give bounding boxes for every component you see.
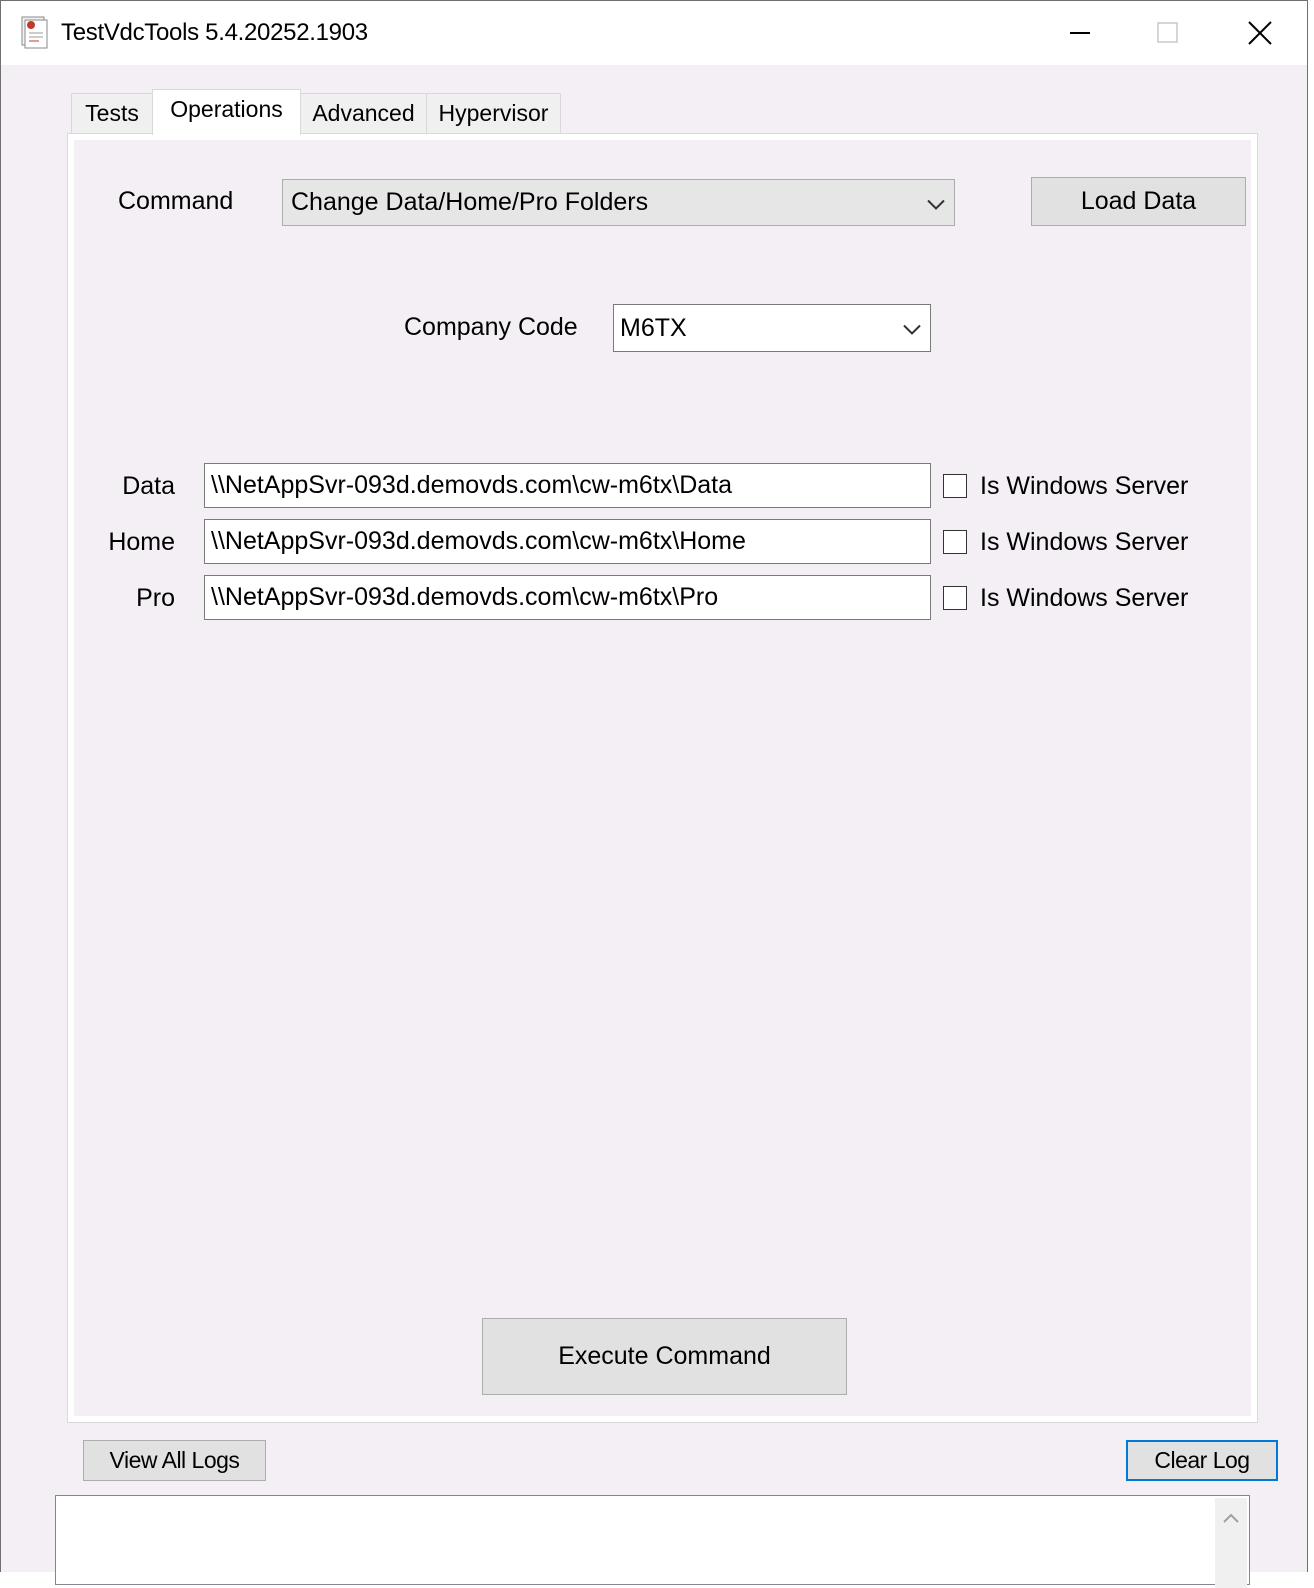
home-folder-label: Home	[108, 528, 175, 556]
clear-log-label: Clear Log	[1154, 1447, 1250, 1473]
home-is-windows-server-label: Is Windows Server	[980, 528, 1189, 556]
pro-folder-input[interactable]: \\NetAppSvr-093d.demovds.com\cw-m6tx\Pro	[204, 575, 931, 620]
company-code-value: M6TX	[620, 313, 687, 342]
app-document-icon	[19, 15, 49, 49]
pro-is-windows-server-label: Is Windows Server	[980, 584, 1189, 612]
command-select-value: Change Data/Home/Pro Folders	[291, 188, 649, 216]
view-all-logs-button[interactable]: View All Logs	[83, 1440, 266, 1481]
app-window: TestVdcTools 5.4.20252.1903 Tests Operat…	[0, 0, 1308, 1588]
data-folder-input[interactable]: \\NetAppSvr-093d.demovds.com\cw-m6tx\Dat…	[204, 463, 931, 508]
log-scrollbar[interactable]	[1215, 1498, 1247, 1588]
view-all-logs-label: View All Logs	[109, 1447, 240, 1473]
title-bar[interactable]: TestVdcTools 5.4.20252.1903	[1, 1, 1307, 65]
data-folder-value: \\NetAppSvr-093d.demovds.com\cw-m6tx\Dat…	[211, 471, 733, 499]
command-select[interactable]: Change Data/Home/Pro Folders	[282, 179, 955, 226]
execute-command-button[interactable]: Execute Command	[482, 1318, 847, 1395]
pro-folder-value: \\NetAppSvr-093d.demovds.com\cw-m6tx\Pro	[211, 583, 719, 611]
tab-operations[interactable]: Operations	[152, 89, 301, 135]
company-code-select[interactable]: M6TX	[613, 304, 931, 352]
close-icon	[1247, 20, 1273, 46]
tab-label: Advanced	[312, 100, 415, 126]
tab-label: Operations	[170, 96, 283, 122]
window-title: TestVdcTools 5.4.20252.1903	[61, 19, 368, 46]
tab-tests[interactable]: Tests	[71, 93, 153, 133]
pro-is-windows-server-checkbox[interactable]	[943, 586, 967, 610]
tab-label: Tests	[85, 100, 139, 126]
home-folder-value: \\NetAppSvr-093d.demovds.com\cw-m6tx\Hom…	[211, 527, 746, 555]
tab-advanced[interactable]: Advanced	[300, 93, 427, 133]
maximize-icon	[1156, 21, 1180, 45]
home-folder-input[interactable]: \\NetAppSvr-093d.demovds.com\cw-m6tx\Hom…	[204, 519, 931, 564]
load-data-label: Load Data	[1080, 187, 1197, 215]
minimize-icon	[1068, 21, 1092, 45]
tab-label: Hypervisor	[438, 100, 549, 126]
clear-log-button[interactable]: Clear Log	[1126, 1440, 1278, 1481]
data-folder-label: Data	[122, 472, 175, 500]
chevron-down-icon	[902, 314, 922, 343]
load-data-button[interactable]: Load Data	[1031, 177, 1246, 226]
data-is-windows-server-label: Is Windows Server	[980, 472, 1189, 500]
data-is-windows-server-checkbox[interactable]	[943, 474, 967, 498]
chevron-down-icon	[926, 188, 946, 217]
command-label: Command	[118, 187, 234, 215]
maximize-button[interactable]	[1123, 1, 1213, 65]
company-code-label: Company Code	[404, 313, 578, 341]
execute-command-label: Execute Command	[558, 1342, 771, 1370]
scroll-up-icon[interactable]	[1223, 1510, 1239, 1528]
home-is-windows-server-checkbox[interactable]	[943, 530, 967, 554]
tab-hypervisor[interactable]: Hypervisor	[426, 93, 561, 133]
minimize-button[interactable]	[1035, 1, 1125, 65]
close-button[interactable]	[1215, 1, 1305, 65]
pro-folder-label: Pro	[136, 584, 175, 612]
